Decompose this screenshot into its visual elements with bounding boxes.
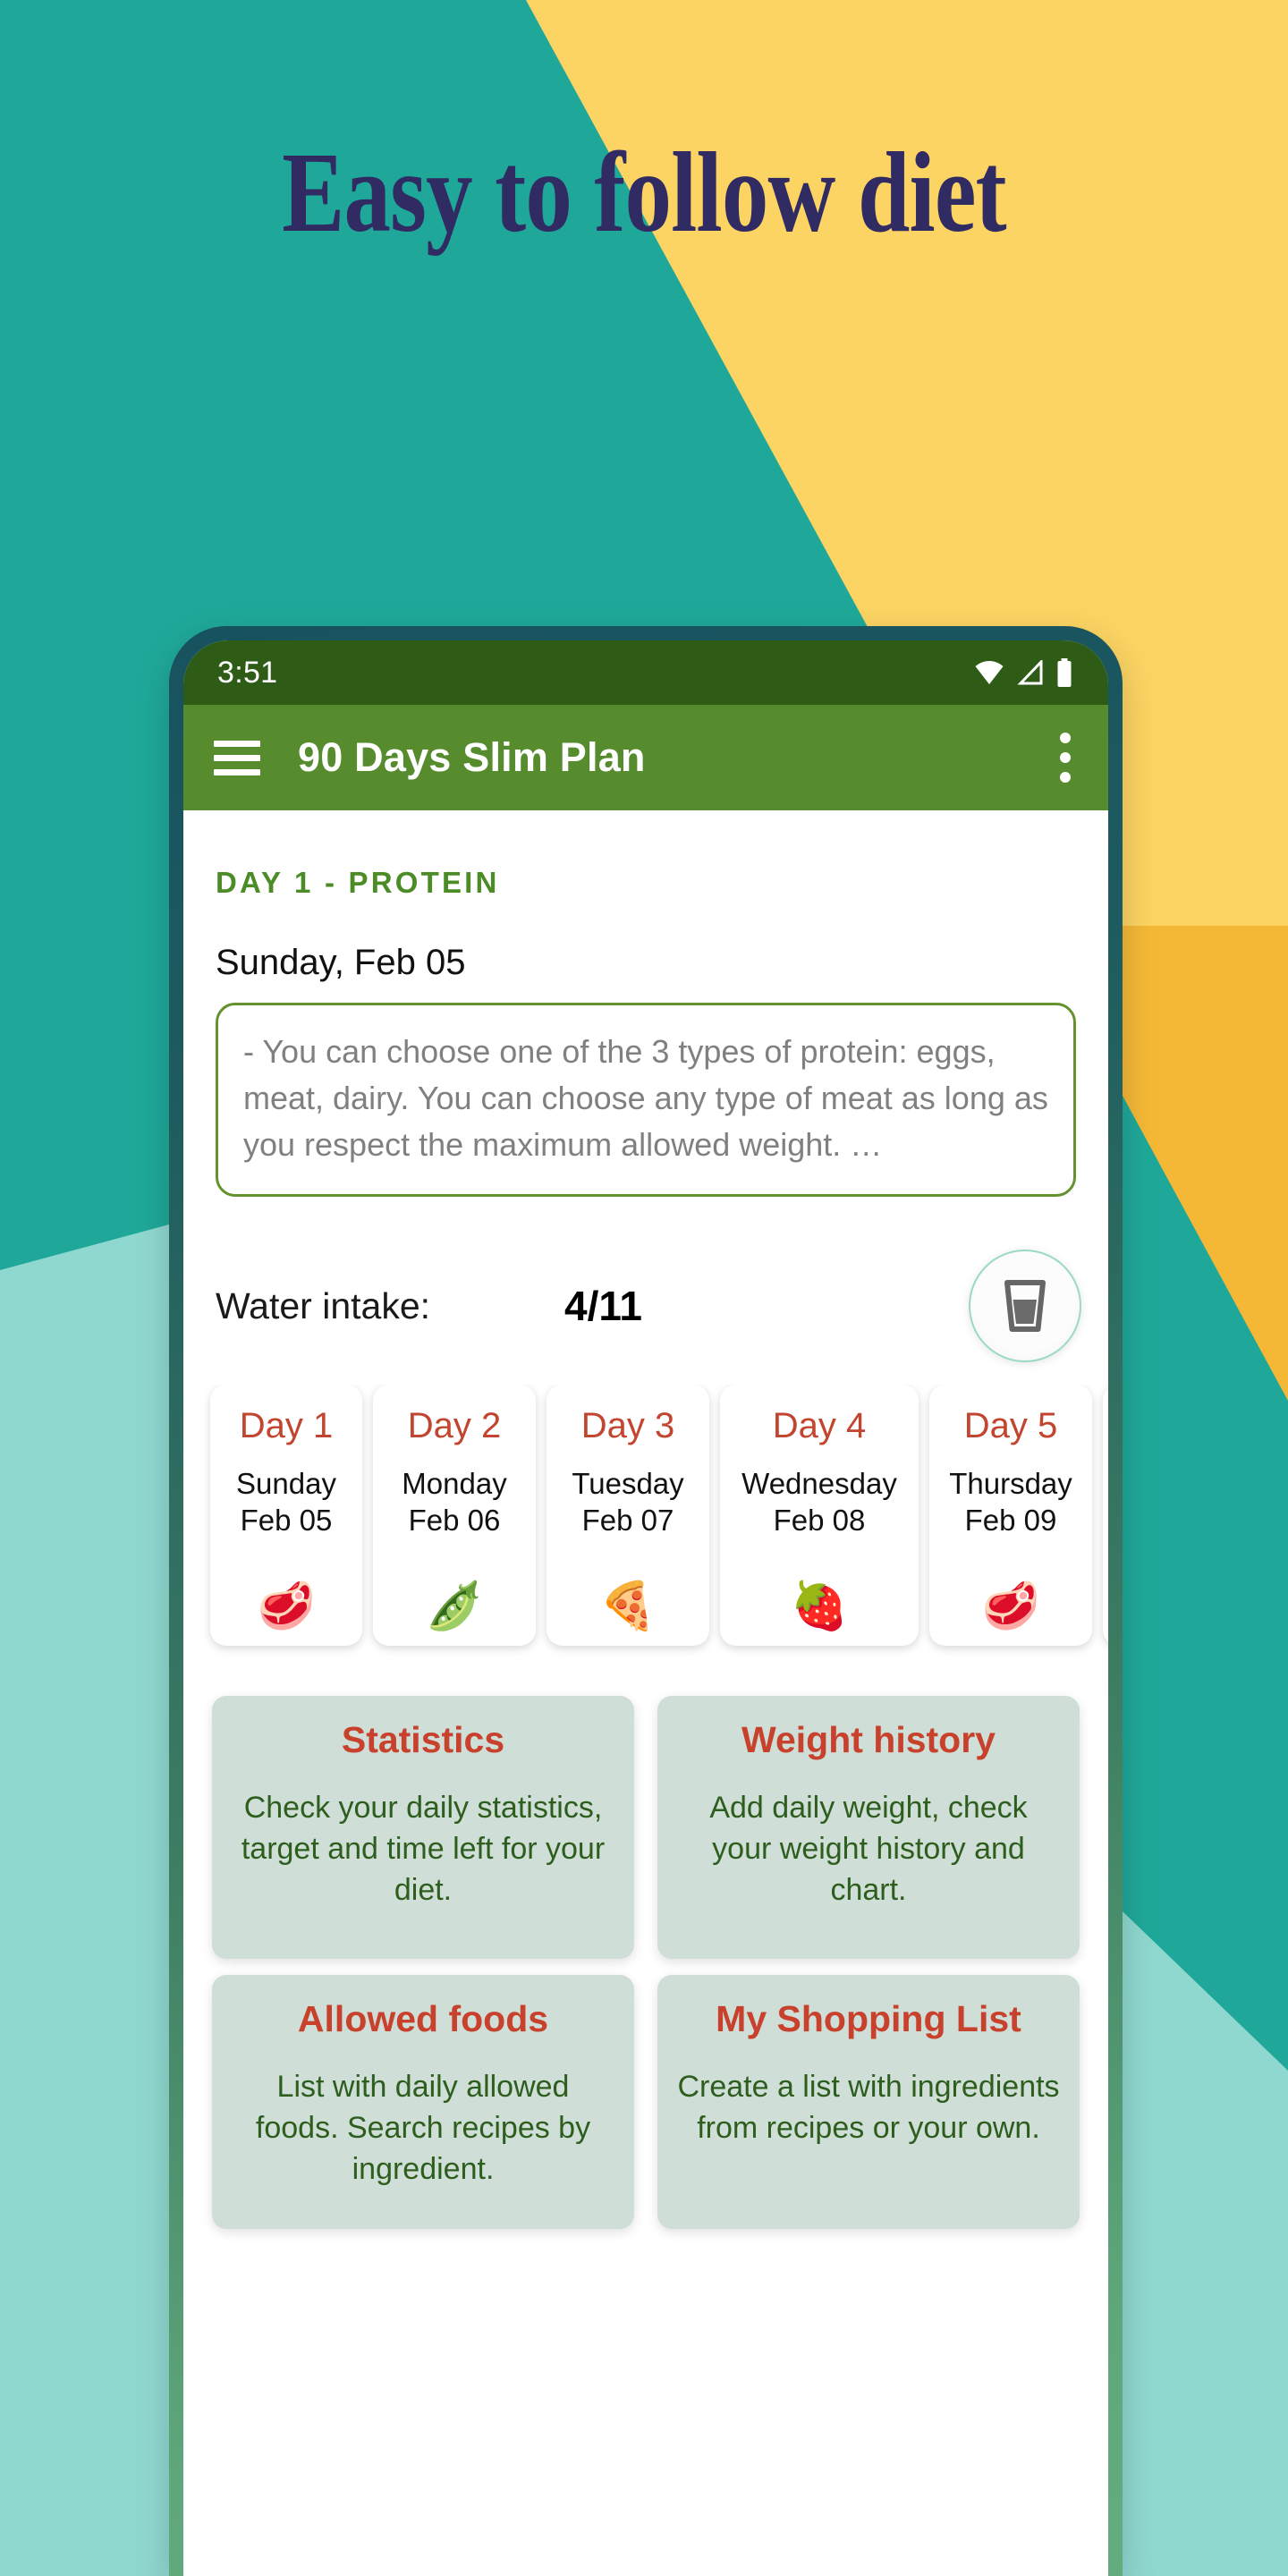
feature-card-body: Create a list with ingredients from reci… [677,2070,1060,2146]
add-water-button[interactable] [969,1250,1081,1363]
feature-card-body: List with daily allowed foods. Search re… [255,2070,591,2186]
day-card-title: Day 1 [239,1406,334,1446]
peas-icon: 🫛 [425,1580,484,1633]
promo-headline: Easy to follow diet [282,129,1006,256]
day-card-weekday: Wednesday [741,1467,897,1501]
water-glass-icon [1004,1280,1046,1333]
overflow-menu-icon[interactable] [1055,727,1076,788]
promo-canvas: Easy to follow diet 3:51 90 Days Slim Pl… [0,0,1288,2576]
day-card-date: Feb 06 [408,1503,501,1537]
feature-card-body: Add daily weight, check your weight hist… [709,1791,1028,1907]
app-title: 90 Days Slim Plan [298,734,646,780]
day-card[interactable]: Day 1 Sunday Feb 05 🥩 [210,1385,362,1647]
meat-icon: 🥩 [257,1580,316,1633]
day-card-date: Feb 07 [581,1503,674,1537]
day-card-weekday: Thursday [949,1467,1072,1501]
day-card[interactable]: Day 3 Tuesday Feb 07 🍕 [547,1385,709,1647]
day-cards-strip[interactable]: Day 1 Sunday Feb 05 🥩 Day 2 Monday Feb 0… [183,1385,1108,1664]
meat-icon: 🥩 [981,1580,1040,1633]
day-card[interactable]: Day 6 Friday Feb 10 🥩 [1103,1385,1108,1647]
feature-card-body: Check your daily statistics, target and … [241,1791,606,1907]
day-card-date: Feb 05 [240,1503,333,1537]
feature-card-shopping-list[interactable]: My Shopping List Create a list with ingr… [657,1975,1080,2230]
app-bar: 90 Days Slim Plan [183,705,1108,810]
feature-card-title: My Shopping List [716,1998,1021,2040]
current-date-label: Sunday, Feb 05 [216,943,466,982]
battery-icon [1057,658,1072,687]
status-icons [974,658,1072,687]
phone-device-frame: 3:51 90 Days Slim Plan DAY 1 - PROTEIN S… [169,626,1123,2576]
wifi-icon [975,661,1004,684]
status-time: 3:51 [217,655,278,690]
feature-card-grid: Statistics Check your daily statistics, … [183,1696,1108,2230]
water-intake-count: 4/11 [564,1283,643,1330]
status-bar: 3:51 [183,640,1108,705]
signal-icon [1017,660,1043,685]
day-card[interactable]: Day 2 Monday Feb 06 🫛 [373,1385,536,1647]
day-card-title: Day 5 [963,1406,1058,1446]
day-card[interactable]: Day 5 Thursday Feb 09 🥩 [929,1385,1092,1647]
feature-card-title: Statistics [341,1719,505,1761]
phone-screen: 3:51 90 Days Slim Plan DAY 1 - PROTEIN S… [183,640,1108,2576]
day-card-title: Day 2 [407,1406,502,1446]
hamburger-menu-icon[interactable] [214,740,260,775]
day-card-title: Day 4 [772,1406,867,1446]
pizza-icon: 🍕 [598,1580,657,1633]
feature-card-statistics[interactable]: Statistics Check your daily statistics, … [212,1696,634,1960]
feature-card-title: Allowed foods [297,1998,549,2040]
strawberry-icon: 🍓 [790,1580,849,1633]
day-card-weekday: Tuesday [572,1467,684,1501]
diet-description-box[interactable]: - You can choose one of the 3 types of p… [216,1003,1076,1198]
day-card-weekday: Sunday [236,1467,336,1501]
day-card-date: Feb 09 [964,1503,1057,1537]
day-card-weekday: Monday [402,1467,507,1501]
water-intake-label: Water intake: [216,1284,431,1326]
feature-card-title: Weight history [741,1719,996,1761]
app-content: DAY 1 - PROTEIN Sunday, Feb 05 - You can… [183,810,1108,2576]
feature-card-weight-history[interactable]: Weight history Add daily weight, check y… [657,1696,1080,1960]
water-intake-row: Water intake: 4/11 [183,1243,1108,1368]
day-card-title: Day 3 [580,1406,675,1446]
day-card-date: Feb 08 [773,1503,866,1537]
day-type-label: DAY 1 - PROTEIN [216,866,500,899]
feature-card-allowed-foods[interactable]: Allowed foods List with daily allowed fo… [212,1975,634,2230]
day-card[interactable]: Day 4 Wednesday Feb 08 🍓 [720,1385,919,1647]
